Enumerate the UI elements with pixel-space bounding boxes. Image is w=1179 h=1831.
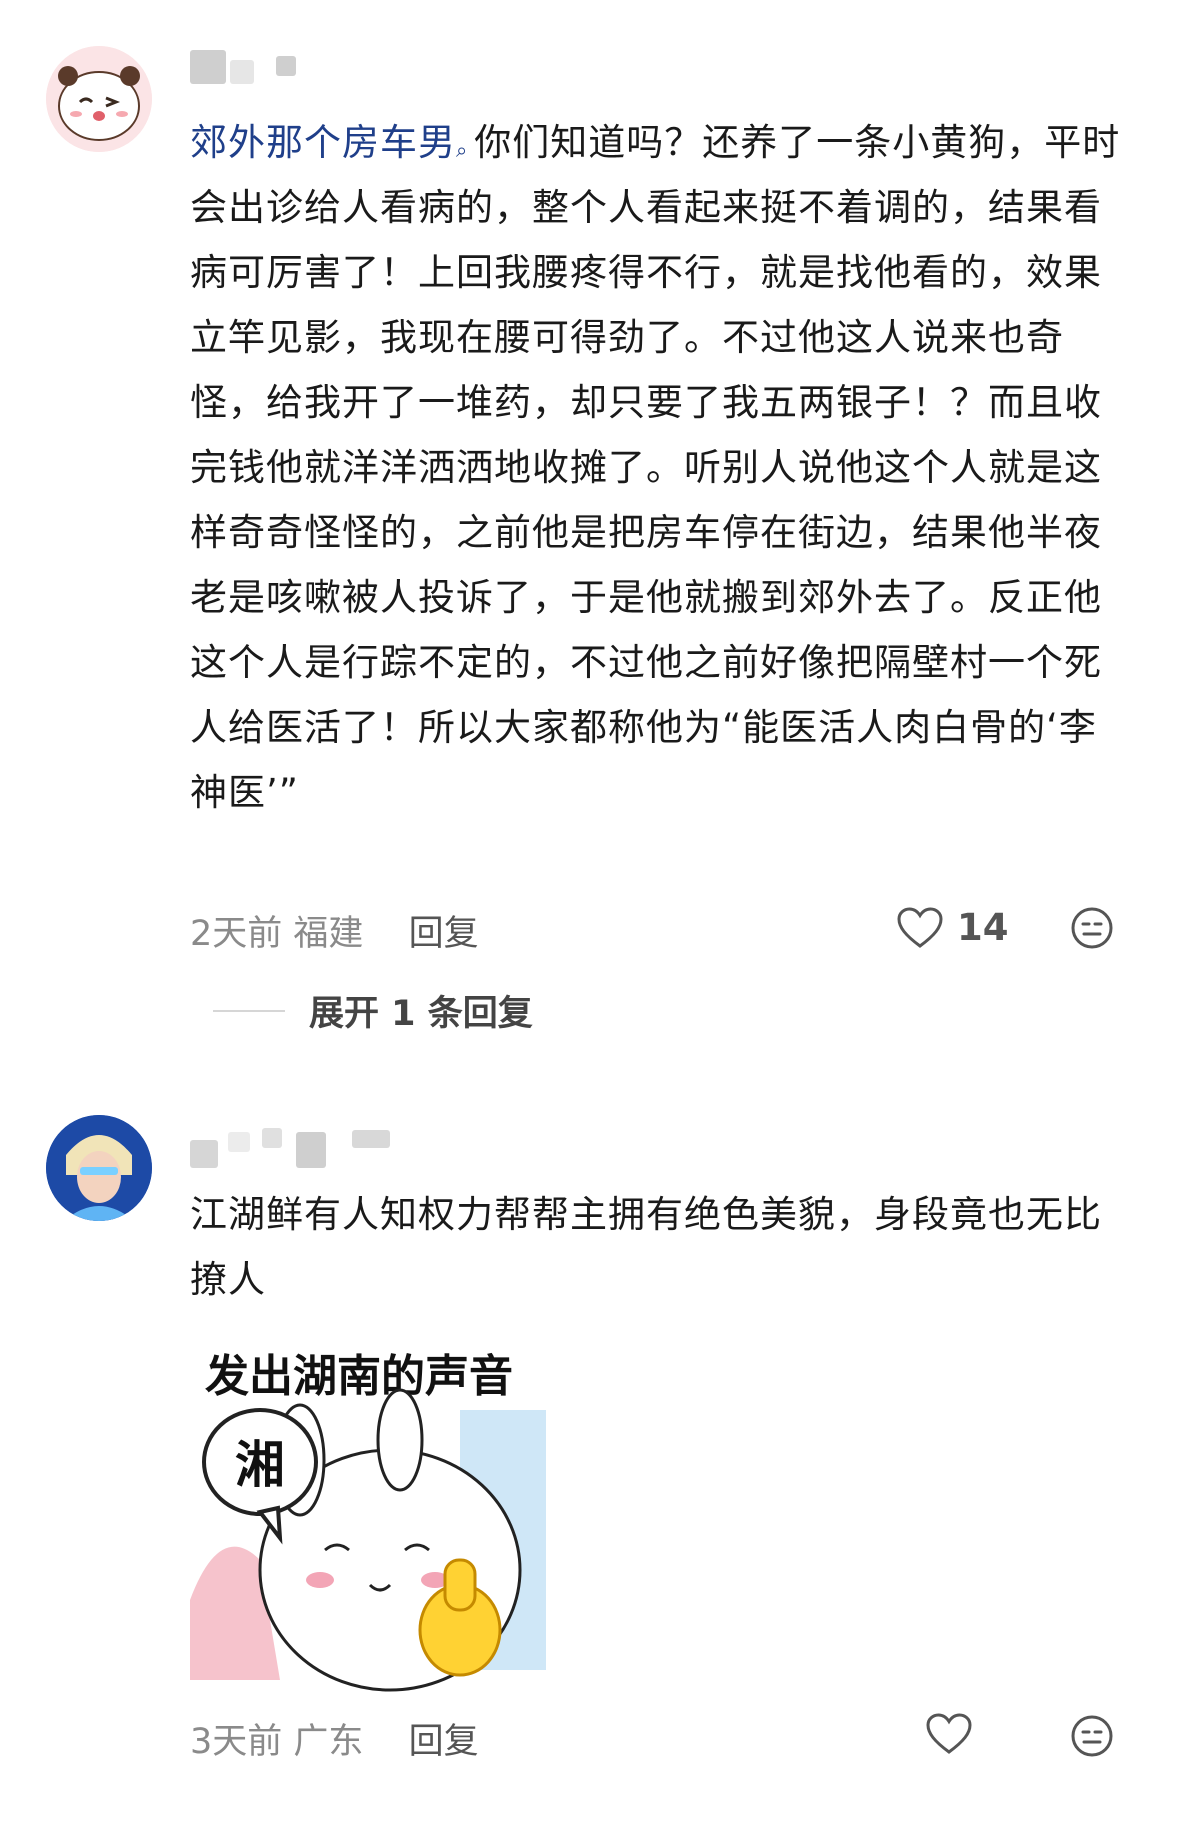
like-count: 14 [957, 906, 1009, 949]
comment-location: 广东 [293, 1722, 364, 1762]
username-blurred [230, 60, 254, 84]
comment-meta: 2天前 福建 回复 [190, 905, 479, 956]
username-blurred [262, 1128, 282, 1148]
neutral-face-icon [1071, 1715, 1113, 1757]
expand-replies-label: 展开 1 条回复 [309, 994, 533, 1034]
comment-body: 你们知道吗？还养了一条小黄狗，平时会出诊给人看病的，整个人看起来挺不着调的，结果… [190, 121, 1121, 814]
heart-outline-icon [897, 906, 943, 948]
like-button[interactable] [926, 1713, 972, 1755]
comment-body: 江湖鲜有人知权力帮帮主拥有绝色美貌，身段竟也无比撩人 [190, 1193, 1102, 1301]
expand-replies-button[interactable]: 展开 1 条回复 [213, 985, 533, 1036]
sticker-bubble-text: 湘 [235, 1436, 285, 1494]
avatar[interactable] [46, 1115, 152, 1221]
comment-time: 3天前 [190, 1722, 283, 1762]
heart-outline-icon [926, 1713, 972, 1754]
comment-location: 福建 [293, 914, 364, 954]
reaction-button[interactable] [1070, 906, 1114, 954]
sticker-image[interactable]: 发出湖南的声音 湘 [190, 1340, 546, 1700]
username-blurred [190, 50, 226, 84]
comment-meta: 3天前 广东 回复 [190, 1713, 479, 1764]
like-button[interactable]: 14 [897, 906, 1009, 949]
username-blurred [276, 56, 296, 76]
search-icon: ⌕ [456, 138, 469, 162]
username-blurred [228, 1132, 250, 1152]
username-blurred [190, 1140, 218, 1168]
reaction-button[interactable] [1070, 1714, 1114, 1762]
comment-time: 2天前 [190, 914, 283, 954]
avatar[interactable] [46, 46, 152, 152]
neutral-face-icon [1071, 907, 1113, 949]
username-blurred [296, 1132, 326, 1168]
reply-button[interactable]: 回复 [409, 1722, 479, 1762]
mention-link[interactable]: 郊外那个房车男 [190, 121, 456, 164]
divider [213, 1009, 285, 1012]
comment-text: 江湖鲜有人知权力帮帮主拥有绝色美貌，身段竟也无比撩人 [190, 1182, 1130, 1312]
reply-button[interactable]: 回复 [409, 914, 479, 954]
comment-text: 郊外那个房车男⌕ 你们知道吗？还养了一条小黄狗，平时会出诊给人看病的，整个人看起来… [190, 110, 1130, 825]
username-blurred [352, 1130, 390, 1148]
